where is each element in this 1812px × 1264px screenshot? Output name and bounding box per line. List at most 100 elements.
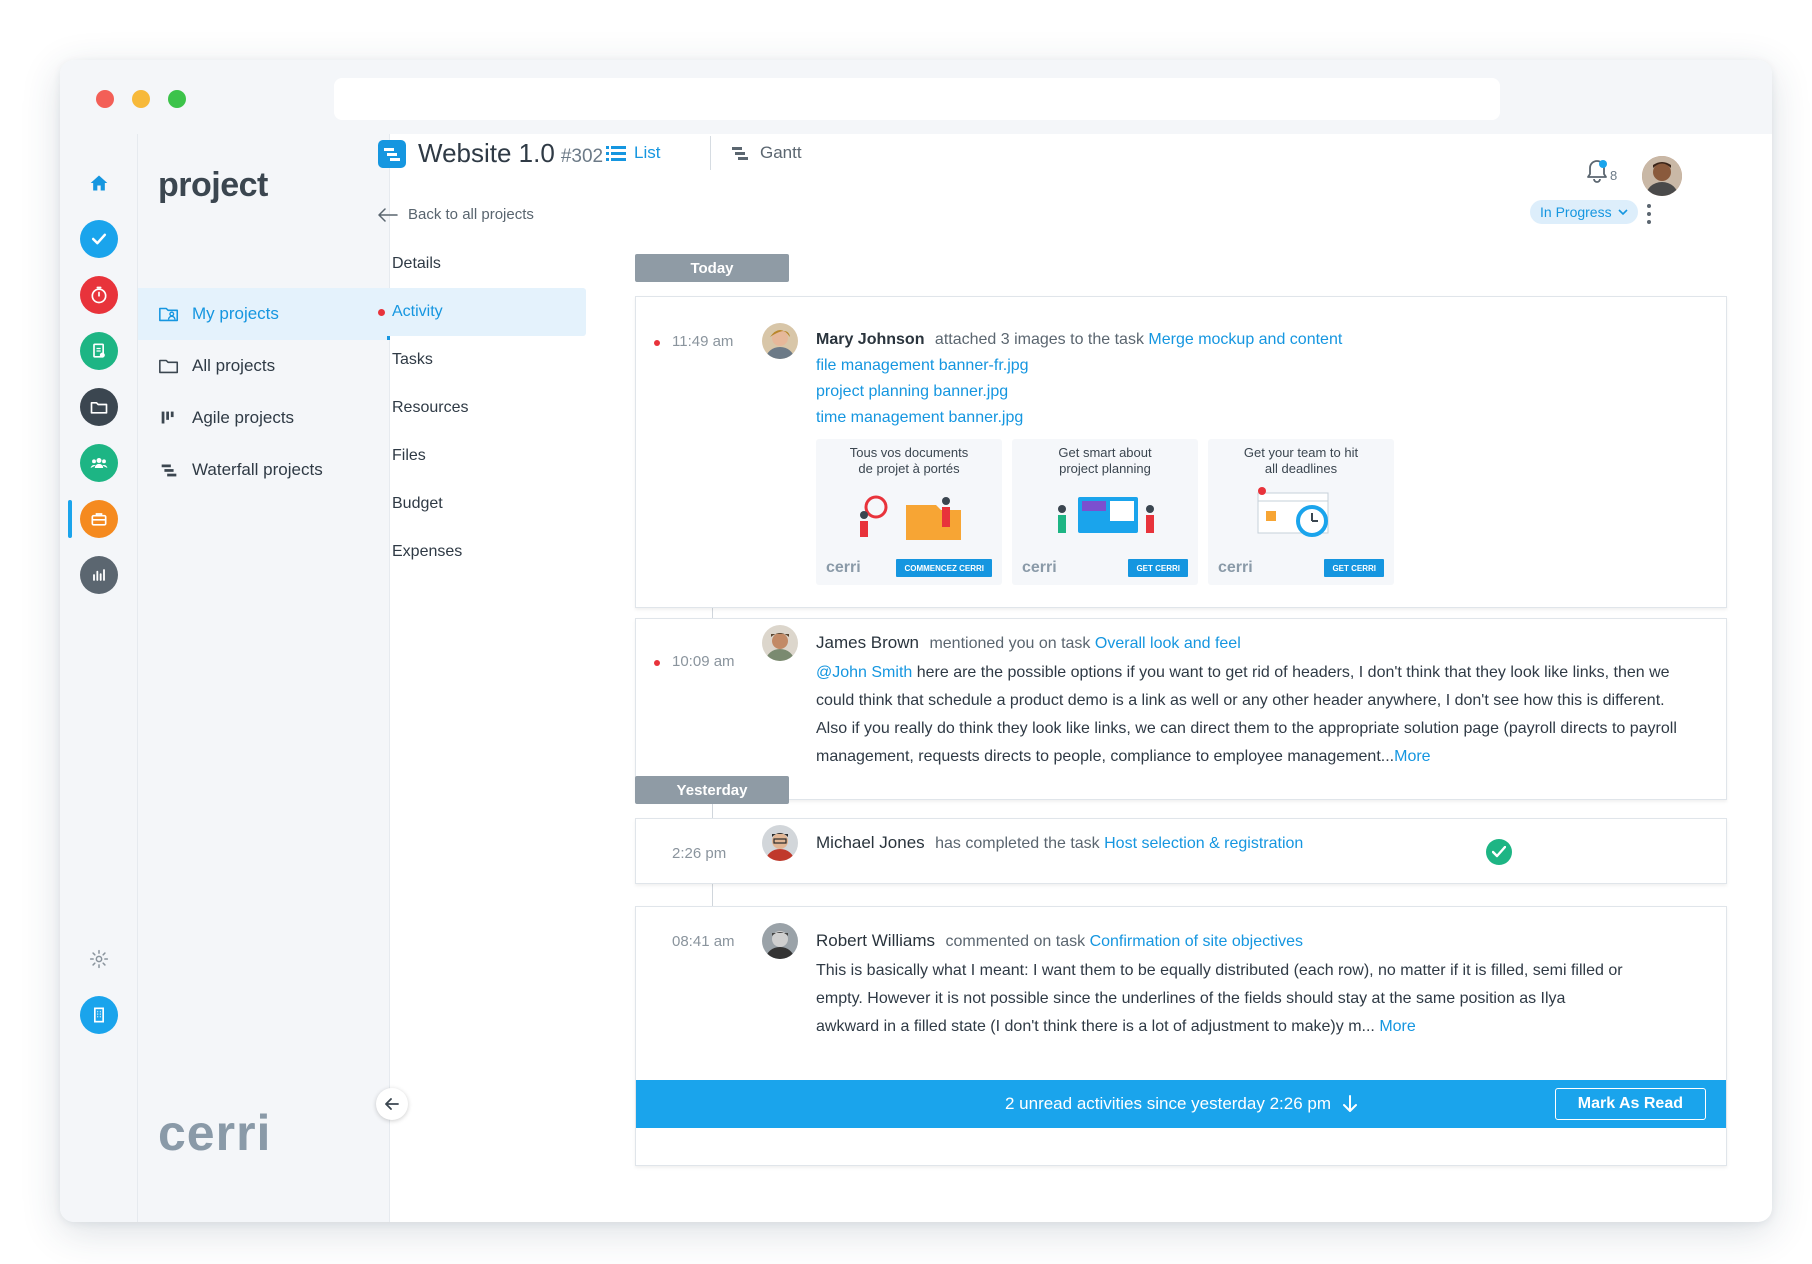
waterfall-icon [384, 148, 400, 161]
rail-projects[interactable] [80, 388, 118, 426]
rail-business[interactable] [80, 500, 118, 538]
folder-user-icon [159, 307, 179, 322]
folder-icon [90, 402, 108, 414]
list-icon [606, 146, 626, 161]
avatar[interactable] [762, 825, 798, 861]
file-link[interactable]: time management banner.jpg [816, 409, 1023, 427]
app-window: project My projects All projects Agile p… [60, 60, 1772, 1222]
address-bar[interactable] [334, 78, 1500, 120]
unread-dot [654, 340, 660, 346]
sidebar-item-all-projects[interactable]: All projects [138, 340, 390, 392]
briefcase-icon [91, 513, 107, 526]
document-icon [93, 343, 105, 358]
project-type-icon [378, 140, 406, 168]
close-window-button[interactable] [96, 90, 114, 108]
building-icon [94, 1007, 104, 1023]
image-thumbnail[interactable]: Get your team to hit all deadlines cerri … [1208, 439, 1394, 585]
comment-body: @John Smith here are the possible option… [816, 664, 1677, 765]
arrow-left-icon [378, 207, 398, 222]
collapse-sidebar-button[interactable] [376, 1088, 408, 1120]
maximize-window-button[interactable] [168, 90, 186, 108]
view-tab-separator [710, 136, 711, 170]
rail-tasks[interactable] [80, 220, 118, 258]
rail-company[interactable] [80, 996, 118, 1034]
sidebar-item-label: Waterfall projects [192, 460, 323, 479]
subnav-resources[interactable]: Resources [370, 384, 586, 432]
activity-time: 11:49 am [654, 333, 733, 350]
title-bar [60, 60, 1772, 134]
tab-list-view[interactable]: List [606, 143, 660, 163]
rail-settings[interactable] [80, 940, 118, 978]
more-link[interactable]: More [1394, 748, 1430, 765]
home-icon [90, 175, 108, 191]
project-number: #302 [560, 146, 604, 167]
activity-user[interactable]: Mary Johnson [816, 331, 924, 348]
thumbnail-cta: GET CERRI [1128, 559, 1188, 577]
task-link[interactable]: Overall look and feel [1095, 635, 1241, 652]
activity-card: 11:49 am Mary Johnson attached 3 images … [635, 296, 1727, 608]
avatar[interactable] [762, 923, 798, 959]
image-thumbnail[interactable]: Tous vos documents de projet à portés cer… [816, 439, 1002, 585]
subnav-files[interactable]: Files [370, 432, 586, 480]
unread-dot [654, 660, 660, 666]
subnav-details[interactable]: Details [370, 240, 586, 288]
arrow-down-icon [1343, 1095, 1357, 1112]
activity-summary: James Brown mentioned you on task Overal… [816, 633, 1241, 652]
app-rail [60, 134, 138, 1222]
bell-icon [1587, 160, 1607, 183]
sidebar-item-agile-projects[interactable]: Agile projects [138, 392, 390, 444]
rail-team[interactable] [80, 444, 118, 482]
back-to-projects-link[interactable]: Back to all projects [378, 206, 534, 223]
file-link[interactable]: project planning banner.jpg [816, 383, 1008, 401]
status-dropdown[interactable]: In Progress [1530, 200, 1638, 224]
sidebar-item-label: My projects [192, 304, 279, 323]
activity-time: 08:41 am [672, 933, 735, 950]
rail-home[interactable] [80, 164, 118, 202]
task-link[interactable]: Merge mockup and content [1148, 331, 1342, 348]
mark-as-read-button[interactable]: Mark As Read [1554, 1088, 1706, 1120]
completed-check-icon [1486, 839, 1512, 865]
activity-summary: Mary Johnson attached 3 images to the ta… [816, 331, 1343, 348]
activity-user[interactable]: Michael Jones [816, 833, 925, 852]
activity-user[interactable]: James Brown [816, 633, 919, 652]
rail-time[interactable] [80, 276, 118, 314]
sidebar-item-my-projects[interactable]: My projects [138, 288, 390, 340]
subnav-activity[interactable]: Activity [370, 288, 586, 336]
illustration-image [1257, 487, 1329, 537]
folder-icon [159, 359, 179, 374]
more-link[interactable]: More [1379, 1018, 1415, 1035]
file-link[interactable]: file management banner-fr.jpg [816, 357, 1029, 375]
user-avatar[interactable] [1642, 156, 1682, 196]
task-link[interactable]: Host selection & registration [1104, 835, 1303, 852]
minimize-window-button[interactable] [132, 90, 150, 108]
analytics-icon [93, 569, 105, 581]
rail-active-indicator [68, 500, 72, 538]
more-options-button[interactable] [1644, 202, 1654, 226]
activity-summary: Robert Williams commented on task Confir… [816, 931, 1303, 950]
activity-user[interactable]: Robert Williams [816, 931, 935, 950]
sidebar-item-label: Agile projects [192, 408, 295, 427]
image-thumbnail[interactable]: Get smart about project planning cerri GE… [1012, 439, 1198, 585]
rail-documents[interactable] [80, 332, 118, 370]
activity-card: 10:09 am James Brown mentioned you on ta… [635, 618, 1727, 800]
subnav-tasks[interactable]: Tasks [370, 336, 586, 384]
tab-gantt-view[interactable]: Gantt [732, 143, 802, 163]
tasks-check-icon [91, 233, 107, 245]
task-link[interactable]: Confirmation of site objectives [1090, 933, 1303, 950]
rail-analytics[interactable] [80, 556, 118, 594]
arrow-left-icon [385, 1098, 399, 1110]
module-title: project [158, 166, 268, 204]
avatar[interactable] [762, 625, 798, 661]
kebab-dot [1647, 220, 1651, 224]
unread-activities-text: 2 unread activities since yesterday 2:26… [1004, 1094, 1331, 1113]
subnav-budget[interactable]: Budget [370, 480, 586, 528]
unread-activities-bar[interactable]: 2 unread activities since yesterday 2:26… [636, 1080, 1726, 1128]
avatar[interactable] [762, 323, 798, 359]
mention-link[interactable]: @John Smith [816, 664, 912, 681]
subnav-expenses[interactable]: Expenses [370, 528, 586, 576]
thumbnail-cta: GET CERRI [1324, 559, 1384, 577]
sidebar-item-waterfall-projects[interactable]: Waterfall projects [138, 444, 390, 496]
kebab-dot [1647, 204, 1651, 208]
waterfall-icon [161, 464, 177, 477]
gear-icon [89, 949, 109, 969]
